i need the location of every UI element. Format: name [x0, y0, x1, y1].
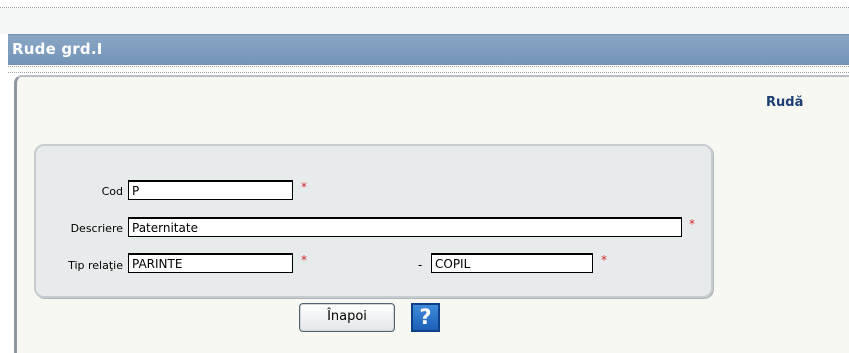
tip-relatie-from-field[interactable]: [128, 253, 293, 273]
top-strip: [0, 8, 849, 34]
window-title: Rude grd.I: [12, 40, 103, 58]
relation-separator: -: [418, 258, 423, 272]
window-titlebar: Rude grd.I: [8, 34, 849, 65]
descriere-label: Descriere: [70, 222, 123, 235]
back-button[interactable]: Înapoi: [299, 303, 395, 332]
tip-relatie-to-field[interactable]: [431, 253, 593, 273]
tip-relatie-to-required-mark: *: [601, 253, 607, 267]
tip-relatie-label: Tip relaţie: [68, 259, 123, 272]
descriere-required-mark: *: [689, 217, 695, 231]
cod-required-mark: *: [301, 180, 307, 194]
descriere-field[interactable]: [128, 217, 682, 237]
title-dotted-divider: [8, 66, 849, 73]
cod-field[interactable]: [128, 180, 293, 200]
cod-label: Cod: [101, 185, 123, 198]
tip-relatie-from-required-mark: *: [301, 253, 307, 267]
entity-title: Rudă: [766, 95, 804, 110]
top-dotted-divider: [0, 0, 849, 8]
help-icon[interactable]: ?: [411, 303, 440, 332]
page: Rude grd.I Rudă Cod * Descriere * Tip re…: [0, 0, 849, 353]
